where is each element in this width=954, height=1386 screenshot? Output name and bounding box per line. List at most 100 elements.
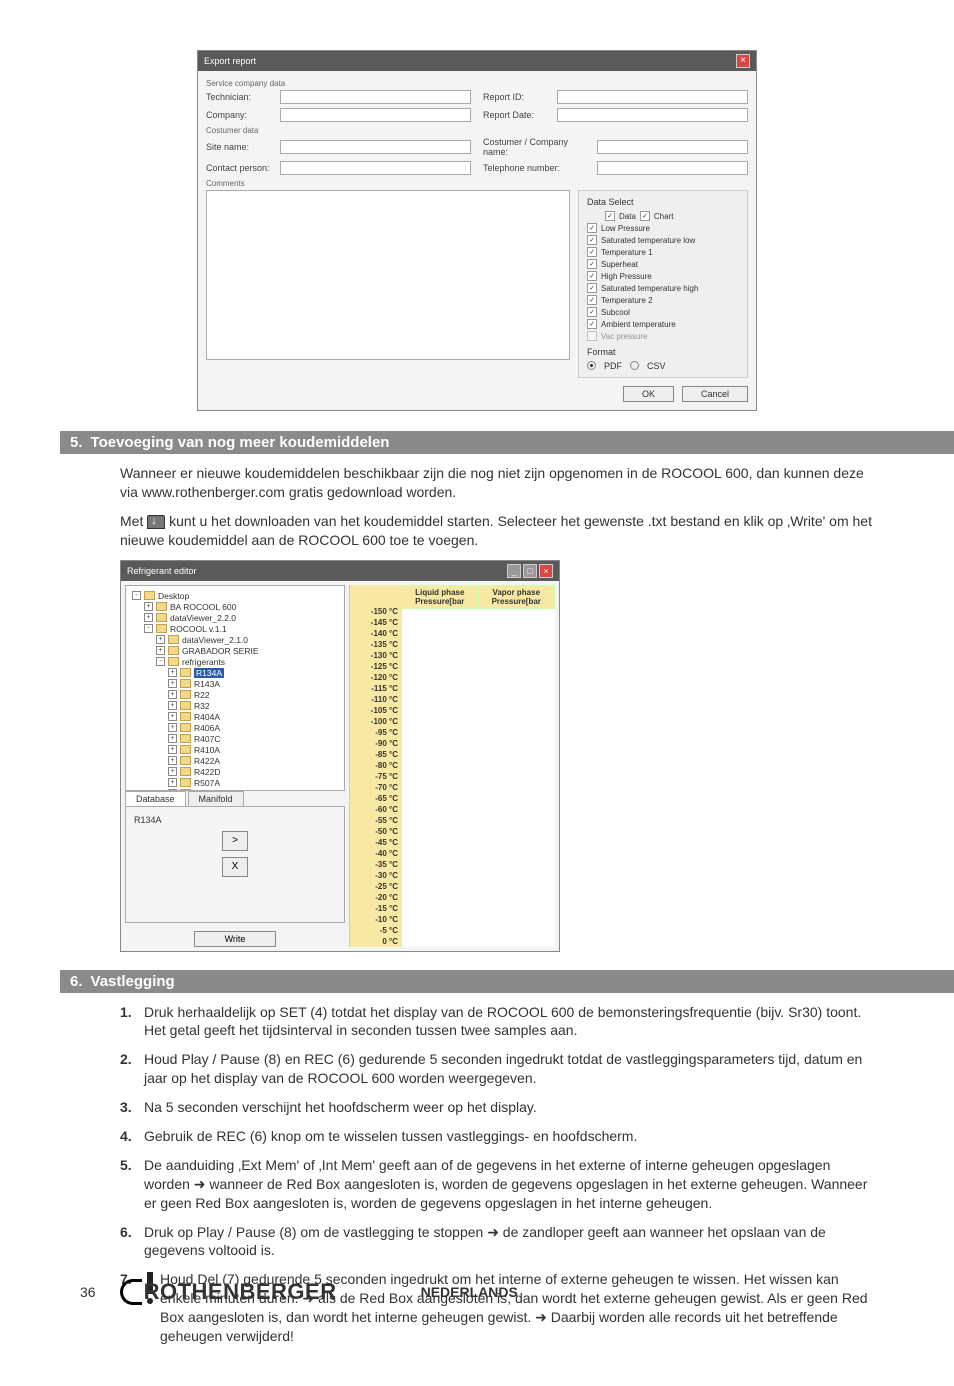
list-item: 3.Na 5 seconden verschijnt het hoofdsche… <box>120 1098 874 1117</box>
cancel-button[interactable]: Cancel <box>682 386 748 402</box>
dialog-titlebar: Export report × <box>198 51 756 71</box>
tree-item-selected[interactable]: R134A <box>194 668 224 678</box>
csv-radio[interactable] <box>630 361 639 370</box>
list-item: 1.Druk herhaaldelijk op SET (4) totdat h… <box>120 1003 874 1041</box>
vac-pressure-checkbox <box>587 331 597 341</box>
costumer-company-label: Costumer / Company name: <box>483 137 593 157</box>
temp-cell: -90 °C <box>350 739 402 750</box>
temp-cell: -45 °C <box>350 838 402 849</box>
low-pressure-checkbox[interactable] <box>587 223 597 233</box>
temp-cell: -30 °C <box>350 871 402 882</box>
temp-cell: -40 °C <box>350 849 402 860</box>
temp-cell: -60 °C <box>350 805 402 816</box>
technician-input[interactable] <box>280 90 471 104</box>
temp-cell: -50 °C <box>350 827 402 838</box>
folder-icon <box>180 679 191 688</box>
page-footer: 36 ROTHENBERGER NEDERLANDS <box>80 1279 874 1305</box>
temp-cell: -140 °C <box>350 629 402 640</box>
remove-button[interactable]: X <box>222 857 248 877</box>
temp-cell: -115 °C <box>350 684 402 695</box>
folder-icon <box>168 646 179 655</box>
list-item: 6.Druk op Play / Pause (8) om de vastleg… <box>120 1223 874 1261</box>
temp1-checkbox[interactable] <box>587 247 597 257</box>
dialog-titlebar: Refrigerant editor _ □ × <box>121 561 559 581</box>
subcool-checkbox[interactable] <box>587 307 597 317</box>
superheat-checkbox[interactable] <box>587 259 597 269</box>
costumer-company-input[interactable] <box>597 140 748 154</box>
sat-temp-high-checkbox[interactable] <box>587 283 597 293</box>
high-pressure-checkbox[interactable] <box>587 271 597 281</box>
report-id-input[interactable] <box>557 90 748 104</box>
telephone-input[interactable] <box>597 161 748 175</box>
minimize-icon[interactable]: _ <box>507 564 521 578</box>
company-input[interactable] <box>280 108 471 122</box>
temp-cell: -5 °C <box>350 926 402 937</box>
folder-icon <box>168 657 179 666</box>
temp-cell: -55 °C <box>350 816 402 827</box>
temp-cell: -65 °C <box>350 794 402 805</box>
section5-paragraph1: Wanneer er nieuwe koudemiddelen beschikb… <box>120 464 874 502</box>
site-name-input[interactable] <box>280 140 471 154</box>
folder-icon <box>180 767 191 776</box>
folder-icon <box>156 602 167 611</box>
report-date-label: Report Date: <box>483 110 553 120</box>
temp-cell: -10 °C <box>350 915 402 926</box>
folder-icon <box>180 690 191 699</box>
tab-database[interactable]: Database <box>125 791 186 806</box>
temp-cell: -95 °C <box>350 728 402 739</box>
brand-arc-icon <box>120 1279 142 1305</box>
contact-input[interactable] <box>280 161 471 175</box>
move-right-button[interactable]: > <box>222 831 248 851</box>
list-item: 4.Gebruik de REC (6) knop om te wisselen… <box>120 1127 874 1146</box>
data-select-title: Data Select <box>587 197 739 207</box>
dialog-title: Refrigerant editor <box>127 566 197 576</box>
telephone-label: Telephone number: <box>483 163 593 173</box>
data-checkbox[interactable] <box>605 211 615 221</box>
download-icon <box>147 515 165 529</box>
temp-cell: 0 °C <box>350 937 402 948</box>
temp2-checkbox[interactable] <box>587 295 597 305</box>
maximize-icon[interactable]: □ <box>523 564 537 578</box>
tab-manifold[interactable]: Manifold <box>188 791 244 806</box>
technician-label: Technician: <box>206 92 276 102</box>
temp-cell: -20 °C <box>350 893 402 904</box>
report-id-label: Report ID: <box>483 92 553 102</box>
temp-cell: -125 °C <box>350 662 402 673</box>
folder-tree[interactable]: -Desktop +BA ROCOOL 600 +dataViewer_2.2.… <box>125 585 345 791</box>
site-name-label: Site name: <box>206 142 276 152</box>
section-5-header: 5.Toevoeging van nog meer koudemiddelen <box>60 431 954 454</box>
folder-icon <box>168 635 179 644</box>
ok-button[interactable]: OK <box>623 386 674 402</box>
temp-cell: -150 °C <box>350 607 402 618</box>
report-date-input[interactable] <box>557 108 748 122</box>
export-report-dialog: Export report × Service company data Tec… <box>197 50 757 411</box>
refrigerant-editor-dialog: Refrigerant editor _ □ × -Desktop +BA RO… <box>120 560 560 952</box>
page-number: 36 <box>80 1284 96 1300</box>
folder-icon <box>180 745 191 754</box>
temp-cell: -25 °C <box>350 882 402 893</box>
data-select-panel: Data Select Data Chart Low Pressure Satu… <box>578 190 748 378</box>
write-button[interactable]: Write <box>194 931 277 947</box>
close-icon[interactable]: × <box>736 54 750 68</box>
ambient-temp-checkbox[interactable] <box>587 319 597 329</box>
chart-checkbox[interactable] <box>640 211 650 221</box>
folder-icon <box>156 624 167 633</box>
temp-cell: -130 °C <box>350 651 402 662</box>
folder-icon <box>156 613 167 622</box>
contact-label: Contact person: <box>206 163 276 173</box>
brand-logo: ROTHENBERGER <box>120 1279 337 1305</box>
service-company-group-label: Service company data <box>206 79 748 88</box>
sat-temp-low-checkbox[interactable] <box>587 235 597 245</box>
pdf-radio[interactable] <box>587 361 596 370</box>
liquid-phase-header: Liquid phasePressure[bar <box>402 585 479 609</box>
pressure-data-grid[interactable] <box>402 609 555 947</box>
temp-cell: -85 °C <box>350 750 402 761</box>
close-icon[interactable]: × <box>539 564 553 578</box>
company-label: Company: <box>206 110 276 120</box>
temp-cell: -75 °C <box>350 772 402 783</box>
dialog-title: Export report <box>204 56 256 66</box>
temperature-column: -150 °C-145 °C-140 °C-135 °C-130 °C-125 … <box>350 585 402 947</box>
comments-textarea[interactable] <box>206 190 570 360</box>
folder-icon <box>180 701 191 710</box>
temp-cell: -145 °C <box>350 618 402 629</box>
